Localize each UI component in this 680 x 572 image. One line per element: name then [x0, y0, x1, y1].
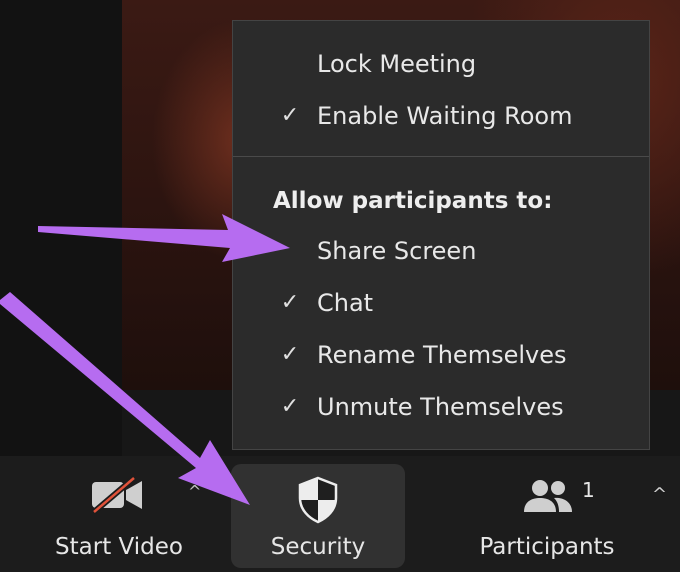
- start-video-label: Start Video: [55, 534, 183, 560]
- check-icon: ✓: [280, 290, 300, 315]
- security-button[interactable]: Security: [231, 464, 405, 568]
- start-video-button[interactable]: Start Video: [40, 456, 198, 572]
- menu-item-rename-themselves[interactable]: ✓ Rename Themselves: [233, 335, 649, 375]
- people-icon: [524, 480, 572, 512]
- participants-button[interactable]: Participants: [468, 456, 626, 572]
- menu-item-unmute-themselves[interactable]: ✓ Unmute Themselves: [233, 387, 649, 427]
- shield-icon: [298, 476, 338, 524]
- menu-item-label: Enable Waiting Room: [317, 102, 573, 130]
- menu-item-label: Share Screen: [317, 237, 477, 265]
- video-tile-left: [0, 0, 122, 456]
- allow-participants-header: Allow participants to:: [273, 188, 553, 214]
- menu-item-share-screen[interactable]: Share Screen: [233, 231, 649, 271]
- meeting-toolbar: Start Video ^ Security Participants 1 ^: [0, 456, 680, 572]
- check-icon: ✓: [280, 394, 300, 419]
- security-menu: Lock Meeting ✓ Enable Waiting Room Allow…: [232, 20, 650, 450]
- check-icon: ✓: [280, 342, 300, 367]
- chevron-up-icon[interactable]: ^: [188, 482, 201, 501]
- menu-item-label: Rename Themselves: [317, 341, 567, 369]
- participants-label: Participants: [479, 534, 615, 560]
- menu-item-enable-waiting-room[interactable]: ✓ Enable Waiting Room: [233, 96, 649, 136]
- menu-item-chat[interactable]: ✓ Chat: [233, 283, 649, 323]
- video-camera-slash-icon: [92, 475, 142, 514]
- menu-divider: [233, 156, 649, 157]
- participants-count: 1: [582, 478, 595, 502]
- menu-item-label: Chat: [317, 289, 374, 317]
- check-icon: ✓: [280, 103, 300, 128]
- menu-item-lock-meeting[interactable]: Lock Meeting: [233, 44, 649, 84]
- security-label: Security: [270, 534, 366, 560]
- menu-item-label: Lock Meeting: [317, 50, 477, 78]
- menu-item-label: Unmute Themselves: [317, 393, 564, 421]
- chevron-up-icon[interactable]: ^: [652, 484, 667, 505]
